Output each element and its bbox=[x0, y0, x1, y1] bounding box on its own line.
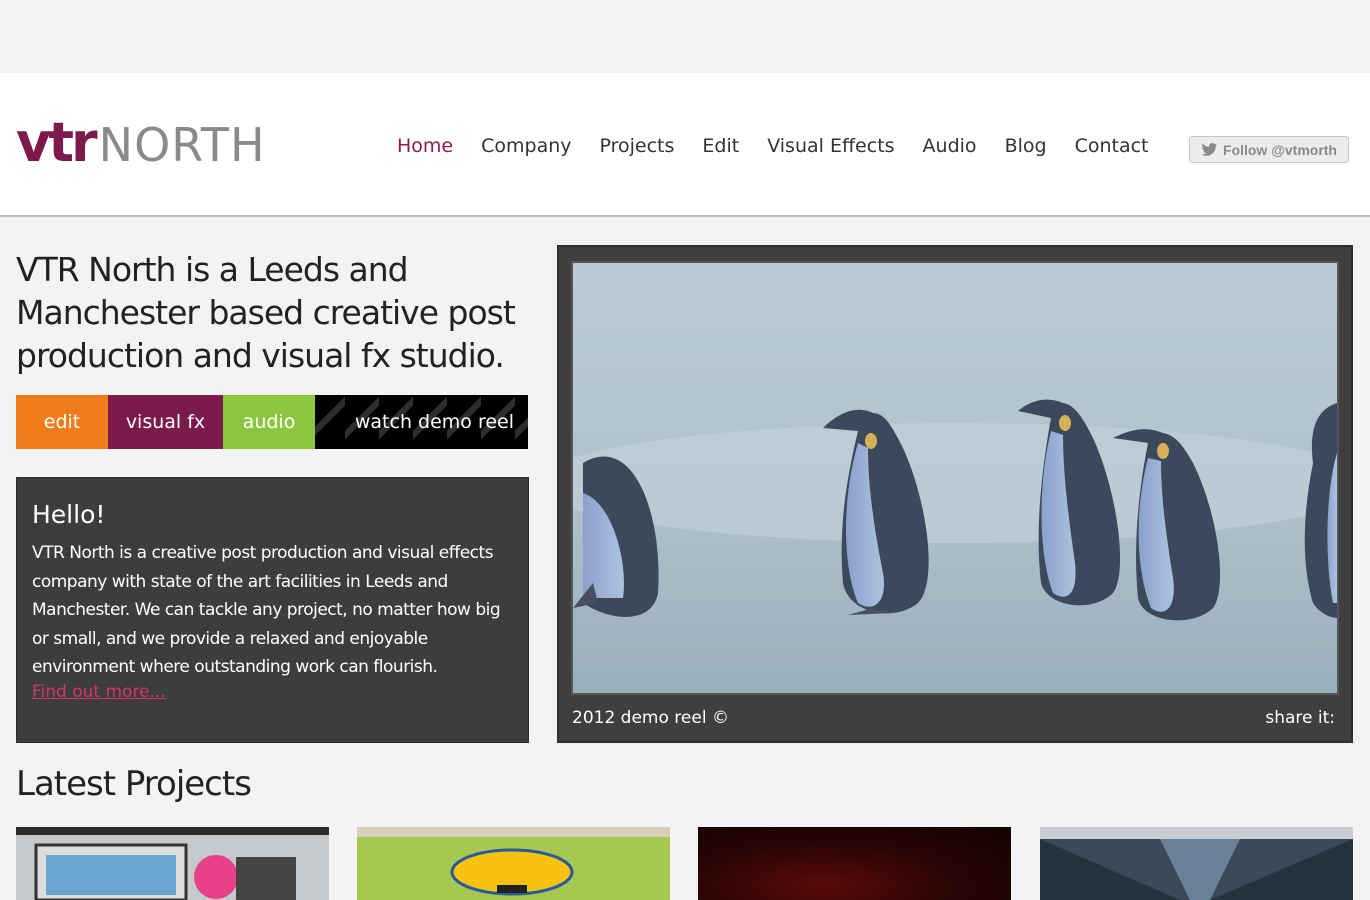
project-thumbnail-3[interactable] bbox=[698, 827, 1011, 900]
project-thumbnail-4[interactable] bbox=[1040, 827, 1353, 900]
nav-visual-effects[interactable]: Visual Effects bbox=[753, 135, 908, 157]
penguins-video-still bbox=[573, 263, 1337, 693]
demo-reel-caption: 2012 demo reel © bbox=[572, 708, 729, 728]
site-header: vtrNORTH Home Company Projects Edit Visu… bbox=[0, 73, 1370, 217]
project-thumbnail-1[interactable] bbox=[16, 827, 329, 900]
hello-body: VTR North is a creative post production … bbox=[32, 543, 501, 677]
nav-home[interactable]: Home bbox=[383, 135, 467, 157]
nav-projects[interactable]: Projects bbox=[586, 135, 689, 157]
twitter-follow-button[interactable]: Follow @vtmorth bbox=[1189, 136, 1349, 163]
nav-edit[interactable]: Edit bbox=[688, 135, 753, 157]
hello-title: Hello! bbox=[32, 500, 106, 529]
project-thumbnail-2[interactable] bbox=[357, 827, 670, 900]
latest-projects-heading: Latest Projects bbox=[16, 764, 252, 804]
watch-demo-reel-button[interactable]: watch demo reel bbox=[315, 395, 528, 449]
project-1-image bbox=[16, 827, 329, 900]
project-2-image bbox=[357, 827, 670, 900]
top-strip bbox=[0, 0, 1370, 73]
category-edit-button[interactable]: edit bbox=[16, 395, 108, 449]
follow-label: Follow @vtmorth bbox=[1223, 141, 1337, 158]
category-audio-button[interactable]: audio bbox=[223, 395, 315, 449]
nav-blog[interactable]: Blog bbox=[991, 135, 1061, 157]
vtr-north-logo[interactable]: vtrNORTH bbox=[16, 113, 266, 173]
category-visual-fx-button[interactable]: visual fx bbox=[108, 395, 223, 449]
nav-company[interactable]: Company bbox=[467, 135, 585, 157]
main-nav: Home Company Projects Edit Visual Effect… bbox=[383, 135, 1162, 157]
nav-contact[interactable]: Contact bbox=[1061, 135, 1163, 157]
twitter-bird-icon bbox=[1201, 142, 1218, 156]
nav-audio[interactable]: Audio bbox=[909, 135, 991, 157]
hello-panel: Hello! VTR North is a creative post prod… bbox=[16, 477, 529, 743]
video-frame[interactable] bbox=[571, 261, 1339, 695]
share-label[interactable]: share it: bbox=[1265, 708, 1335, 728]
category-bar: edit visual fx audio watch demo reel bbox=[16, 395, 528, 449]
intro-tagline: VTR North is a Leeds and Manchester base… bbox=[16, 250, 516, 375]
demo-reel-player: 2012 demo reel © share it: bbox=[557, 245, 1353, 743]
logo-north: NORTH bbox=[98, 118, 266, 172]
logo-vtr: vtr bbox=[16, 111, 98, 174]
project-4-image bbox=[1040, 827, 1353, 900]
find-out-more-link[interactable]: Find out more... bbox=[32, 682, 166, 702]
